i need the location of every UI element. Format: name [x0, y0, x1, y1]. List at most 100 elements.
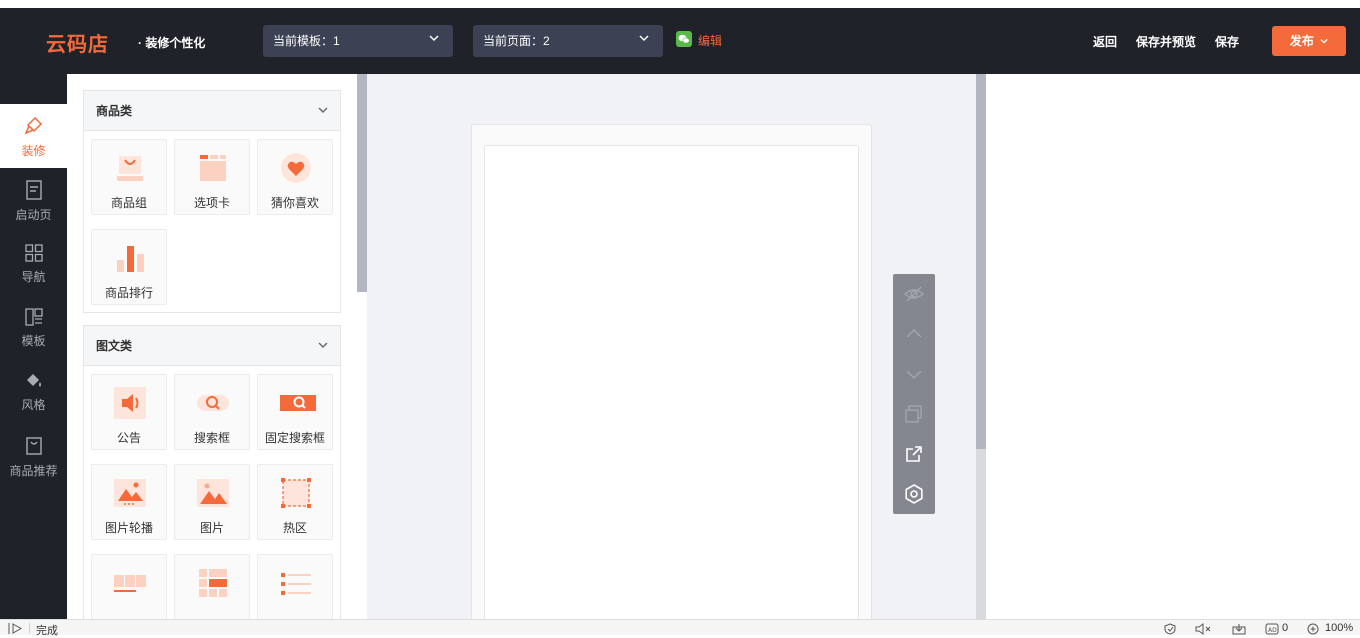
- chevron-up-icon[interactable]: [903, 323, 925, 345]
- window-top-strip: [0, 0, 1360, 8]
- chevron-down-icon: [639, 25, 649, 57]
- status-divider: |: [28, 622, 31, 634]
- section-graphics: 图文类 公告 搜索框 固定搜索框 图片轮播 图片 热区: [83, 325, 341, 619]
- save-preview-button[interactable]: 保存并预览: [1136, 33, 1196, 50]
- tile-product-group[interactable]: 商品组: [91, 139, 167, 215]
- paint-bucket-icon: [26, 374, 41, 387]
- tile-label: 商品排行: [104, 286, 153, 300]
- phone-frame: [471, 124, 872, 625]
- shopping-bag-icon: [117, 156, 143, 181]
- template-select-value: 当前模板：1: [273, 34, 340, 48]
- zoom-icon[interactable]: [1307, 623, 1320, 635]
- heart-icon: [281, 153, 311, 183]
- sidebar-item-recommend[interactable]: 商品推荐: [0, 432, 67, 496]
- adblock-count: 0: [1282, 622, 1289, 634]
- ad-block-icon[interactable]: AD: [1265, 623, 1279, 635]
- bag-icon: [25, 437, 42, 455]
- sidebar-item-style[interactable]: 风格: [0, 368, 67, 432]
- sidebar-item-label: 装修: [21, 144, 46, 158]
- section-title: 商品类: [96, 104, 133, 118]
- canvas-scrollbar-track[interactable]: [976, 449, 986, 619]
- tile-label: 热区: [282, 521, 307, 535]
- eye-hidden-icon[interactable]: [903, 283, 925, 305]
- tile-label: 选项卡: [193, 196, 230, 210]
- sidebar-item-template[interactable]: 模板: [0, 304, 67, 368]
- tile-partial-3[interactable]: [257, 554, 333, 619]
- template-icon: [24, 308, 43, 326]
- tile-product-ranking[interactable]: 商品排行: [91, 229, 167, 305]
- wechat-icon: [676, 31, 692, 47]
- save-button[interactable]: 保存: [1215, 33, 1239, 50]
- speaker-icon: [114, 387, 146, 419]
- copy-icon[interactable]: [903, 403, 925, 425]
- bar-chart-icon: [117, 246, 144, 272]
- tile-image[interactable]: 图片: [174, 464, 250, 540]
- brush-icon: [24, 116, 42, 135]
- external-link-icon[interactable]: [903, 443, 925, 465]
- grid-icon: [24, 244, 43, 262]
- tile-fixed-search-box[interactable]: 固定搜索框: [257, 374, 333, 450]
- sidebar-item-label: 风格: [21, 398, 46, 412]
- edit-link[interactable]: 编辑: [698, 32, 722, 49]
- section-products: 商品类 商品组 选项卡 猜你喜欢 商品排行: [83, 90, 341, 313]
- tile-notice[interactable]: 公告: [91, 374, 167, 450]
- component-panel: 商品类 商品组 选项卡 猜你喜欢 商品排行 图文类 公告 搜索框 固定搜索框 图…: [67, 74, 367, 619]
- section-title: 图文类: [96, 339, 133, 353]
- image-carousel-icon: [114, 479, 146, 507]
- tile-search-box[interactable]: 搜索框: [174, 374, 250, 450]
- tile-label: 公告: [116, 431, 141, 445]
- chevron-down-icon: [318, 91, 328, 131]
- tile-label: 商品组: [110, 196, 147, 210]
- settings-icon[interactable]: [903, 483, 925, 505]
- tile-hotspot[interactable]: 热区: [257, 464, 333, 540]
- page-select[interactable]: 当前页面：2: [473, 25, 663, 57]
- status-text: 完成: [36, 625, 58, 637]
- sidebar-item-launch-page[interactable]: 启动页: [0, 176, 67, 240]
- chevron-down-icon: [1320, 38, 1328, 44]
- status-bar: | 完成 AD 0 100%: [0, 619, 1360, 637]
- magic-cube-icon: [199, 569, 227, 597]
- back-button[interactable]: 返回: [1093, 33, 1117, 50]
- search-icon: [197, 395, 229, 411]
- tabs-icon: [200, 155, 226, 181]
- page-title: · 装修个性化: [138, 36, 206, 50]
- app-logo: 云码店: [46, 32, 109, 56]
- download-icon[interactable]: [1231, 623, 1247, 635]
- tile-partial-2[interactable]: [174, 554, 250, 619]
- preview-canvas: [367, 74, 976, 625]
- tile-tabs[interactable]: 选项卡: [174, 139, 250, 215]
- shield-icon[interactable]: [1163, 623, 1177, 635]
- sidebar-item-decorate[interactable]: 装修: [0, 104, 67, 168]
- panel-scrollbar-thumb[interactable]: [357, 74, 367, 292]
- hotspot-icon: [281, 478, 311, 508]
- svg-text:AD: AD: [1268, 627, 1277, 634]
- tile-label: 搜索框: [193, 431, 230, 445]
- sidebar-item-navigation[interactable]: 导航: [0, 240, 67, 304]
- chevron-down-icon: [429, 25, 439, 57]
- page-select-value: 当前页面：2: [483, 34, 550, 48]
- properties-pane: [986, 74, 1360, 619]
- tile-label: 固定搜索框: [264, 431, 325, 445]
- section-header[interactable]: 图文类: [84, 326, 340, 366]
- phone-screen[interactable]: [484, 145, 859, 625]
- tile-image-carousel[interactable]: 图片轮播: [91, 464, 167, 540]
- publish-button[interactable]: 发布: [1272, 26, 1346, 56]
- sidebar-item-label: 启动页: [15, 208, 52, 222]
- sidebar-item-label: 导航: [21, 270, 46, 284]
- tile-guess-you-like[interactable]: 猜你喜欢: [257, 139, 333, 215]
- mute-icon[interactable]: [1195, 623, 1213, 635]
- zoom-level: 100%: [1325, 622, 1354, 634]
- tile-partial-1[interactable]: [91, 554, 167, 619]
- canvas-scrollbar-thumb[interactable]: [976, 74, 986, 449]
- chevron-down-icon: [318, 326, 328, 366]
- chevron-down-icon[interactable]: [903, 363, 925, 385]
- play-icon: [8, 623, 23, 634]
- template-select[interactable]: 当前模板：1: [263, 25, 453, 57]
- list-icon: [281, 573, 311, 595]
- image-icon: [197, 479, 229, 507]
- component-toolbar: [893, 274, 935, 514]
- sidebar-item-label: 商品推荐: [9, 464, 58, 478]
- section-header[interactable]: 商品类: [84, 91, 340, 131]
- publish-label: 发布: [1289, 34, 1314, 48]
- tile-label: 图片轮播: [104, 521, 153, 535]
